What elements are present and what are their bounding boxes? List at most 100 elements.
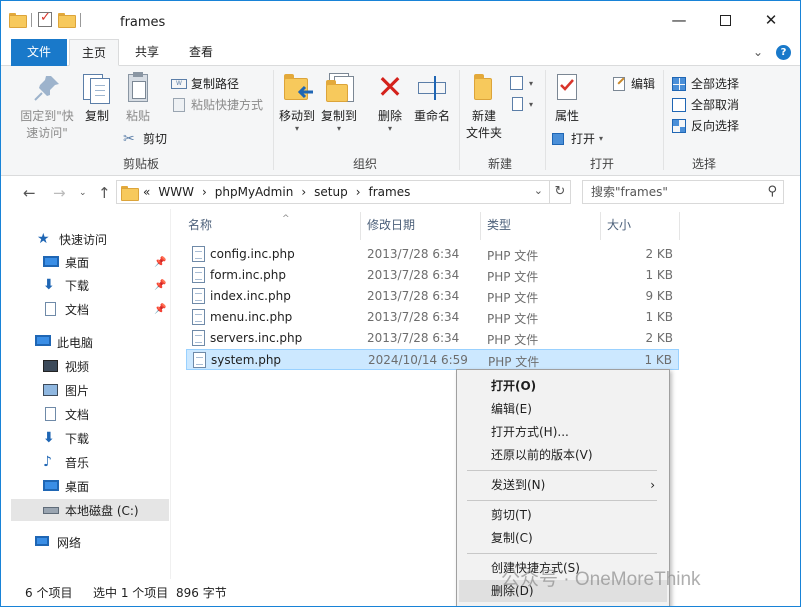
sidebar-item-local-disk-c[interactable]: 本地磁盘 (C:) xyxy=(11,499,169,521)
sidebar-item-this-pc[interactable]: 此电脑 xyxy=(35,331,169,353)
sidebar-item-documents[interactable]: 文档 xyxy=(43,298,169,320)
edit-button[interactable]: 编辑 xyxy=(611,75,655,92)
download-arrow-icon: ⬇ xyxy=(43,430,55,446)
sidebar-item-music[interactable]: ♪ 音乐 xyxy=(43,451,169,473)
up-button[interactable]: ↑ xyxy=(98,184,111,202)
minimize-button[interactable]: — xyxy=(656,1,702,39)
help-icon[interactable]: ? xyxy=(776,45,791,60)
sidebar-item-pictures[interactable]: 图片 xyxy=(43,379,169,401)
menu-item-open[interactable]: 打开(O) xyxy=(459,375,667,397)
sidebar-item-documents-pc[interactable]: 文档 xyxy=(43,403,169,425)
invert-selection-button[interactable]: 反向选择 xyxy=(671,117,739,134)
copy-path-button[interactable]: W 复制路径 xyxy=(171,75,239,92)
file-date: 2024/10/14 6:59 xyxy=(368,353,468,367)
new-folder-button[interactable]: 新建 文件夹 xyxy=(463,72,505,142)
address-dropdown-icon[interactable]: ⌄ xyxy=(534,184,543,197)
network-icon xyxy=(35,535,51,549)
table-row[interactable]: config.inc.php 2013/7/28 6:34 PHP 文件 2 K… xyxy=(186,244,679,265)
tab-home[interactable]: 主页 xyxy=(69,39,119,66)
menu-item-open-with[interactable]: 打开方式(H)... xyxy=(459,421,667,443)
paste-button[interactable]: 粘贴 xyxy=(120,72,156,125)
file-name: config.inc.php xyxy=(210,247,295,261)
dropdown-arrow-icon: ▾ xyxy=(294,124,299,133)
copy-button[interactable]: 复制 xyxy=(79,72,115,125)
column-header-date[interactable]: 修改日期 xyxy=(367,216,415,233)
explorer-window: frames — ✕ 文件 主页 共享 查看 ⌄ ? 固定到"快 速访问" 复制 xyxy=(0,0,801,607)
forward-button[interactable]: → xyxy=(53,184,66,202)
column-header-name[interactable]: 名称 ^ xyxy=(188,214,290,233)
breadcrumb-www[interactable]: WWW xyxy=(158,185,194,199)
sort-ascending-icon: ^ xyxy=(282,214,290,224)
address-bar[interactable]: « WWW › phpMyAdmin › setup › frames ⌄ xyxy=(116,180,550,204)
refresh-button[interactable]: ↻ xyxy=(549,180,571,204)
sidebar-item-desktop-pc[interactable]: 桌面 xyxy=(43,475,169,497)
file-type: PHP 文件 xyxy=(487,333,539,347)
sidebar-item-desktop[interactable]: 桌面 xyxy=(43,251,169,273)
easy-access-button[interactable]: ▾ xyxy=(509,96,533,112)
delete-button[interactable]: ✕ 删除 ▾ xyxy=(371,71,409,133)
menu-item-edit[interactable]: 编辑(E) xyxy=(459,398,667,420)
copy-label: 复制 xyxy=(84,109,109,123)
copy-to-button[interactable]: 复制到 ▾ xyxy=(319,72,359,133)
breadcrumb-separator-icon[interactable]: › xyxy=(356,185,361,199)
sidebar-item-videos[interactable]: 视频 xyxy=(43,355,169,377)
breadcrumb-separator-icon[interactable]: › xyxy=(202,185,207,199)
sidebar-item-label: 图片 xyxy=(65,383,90,398)
select-all-icon xyxy=(671,76,687,92)
properties-qat-icon[interactable] xyxy=(38,10,52,27)
recent-locations-chevron-icon[interactable]: ⌄ xyxy=(79,188,87,198)
column-header-size[interactable]: 大小 xyxy=(607,216,631,233)
menu-item-send-to[interactable]: 发送到(N) › xyxy=(459,474,667,496)
properties-button[interactable]: 属性 xyxy=(549,72,585,125)
paste-shortcut-button[interactable]: 粘贴快捷方式 xyxy=(171,96,263,113)
menu-item-copy[interactable]: 复制(C) xyxy=(459,527,667,549)
back-button[interactable]: ← xyxy=(23,184,36,202)
table-row[interactable]: servers.inc.php 2013/7/28 6:34 PHP 文件 2 … xyxy=(186,328,679,349)
sidebar-item-network[interactable]: 网络 xyxy=(35,531,169,553)
new-folder-qat-icon[interactable] xyxy=(58,13,76,28)
rename-button[interactable]: 重命名 xyxy=(411,72,453,125)
tab-file[interactable]: 文件 xyxy=(11,39,67,66)
ribbon-collapse-icon[interactable]: ⌄ xyxy=(753,45,763,59)
new-item-button[interactable]: ▾ xyxy=(509,75,533,91)
table-row[interactable]: form.inc.php 2013/7/28 6:34 PHP 文件 1 KB xyxy=(186,265,679,286)
maximize-button[interactable] xyxy=(702,1,748,39)
sidebar-item-label: 视频 xyxy=(65,359,90,374)
column-header-type[interactable]: 类型 xyxy=(487,216,511,233)
pin-quick-access-button[interactable]: 固定到"快 速访问" xyxy=(15,72,79,142)
table-row[interactable]: menu.inc.php 2013/7/28 6:34 PHP 文件 1 KB xyxy=(186,307,679,328)
table-row[interactable]: index.inc.php 2013/7/28 6:34 PHP 文件 9 KB xyxy=(186,286,679,307)
breadcrumb-overflow[interactable]: « xyxy=(143,185,150,199)
cut-button[interactable]: ✂ 剪切 xyxy=(123,130,167,147)
sidebar-item-downloads[interactable]: ⬇ 下载 xyxy=(43,274,169,296)
invert-selection-icon xyxy=(671,118,687,134)
select-all-button[interactable]: 全部选择 xyxy=(671,75,739,92)
status-selected-count: 选中 1 个项目 xyxy=(93,586,169,600)
menu-item-cut[interactable]: 剪切(T) xyxy=(459,504,667,526)
divider xyxy=(663,70,664,170)
breadcrumb-setup[interactable]: setup xyxy=(314,185,348,199)
search-input[interactable]: 搜索"frames" ⚲ xyxy=(582,180,784,204)
download-arrow-icon: ⬇ xyxy=(43,277,55,293)
breadcrumb-frames[interactable]: frames xyxy=(369,185,411,199)
tab-share[interactable]: 共享 xyxy=(121,39,173,66)
move-to-button[interactable]: 移动到 ▾ xyxy=(277,72,317,133)
table-row-selected[interactable]: system.php 2024/10/14 6:59 PHP 文件 1 KB xyxy=(186,349,679,370)
ribbon: 固定到"快 速访问" 复制 粘贴 W 复制路径 粘贴快捷方式 ✂ 剪切 剪贴板 … xyxy=(1,66,800,176)
pinned-icon: 📌 xyxy=(154,257,167,268)
breadcrumb-phpmyadmin[interactable]: phpMyAdmin xyxy=(215,185,294,199)
copy-path-label: 复制路径 xyxy=(191,77,240,91)
sidebar-item-downloads-pc[interactable]: ⬇ 下载 xyxy=(43,427,169,449)
copy-to-icon xyxy=(323,72,355,104)
breadcrumb-separator-icon[interactable]: › xyxy=(301,185,306,199)
file-type: PHP 文件 xyxy=(487,249,539,263)
menu-item-restore-previous-versions[interactable]: 还原以前的版本(V) xyxy=(459,444,667,466)
open-button[interactable]: 打开 ▾ xyxy=(551,130,603,147)
file-size: 1 KB xyxy=(644,353,672,367)
status-selected-size: 896 字节 xyxy=(176,586,227,600)
pin-label-line1: 固定到"快 xyxy=(20,109,74,123)
close-button[interactable]: ✕ xyxy=(748,1,794,39)
tab-view[interactable]: 查看 xyxy=(175,39,227,66)
select-none-button[interactable]: 全部取消 xyxy=(671,96,739,113)
file-size: 1 KB xyxy=(645,310,673,324)
